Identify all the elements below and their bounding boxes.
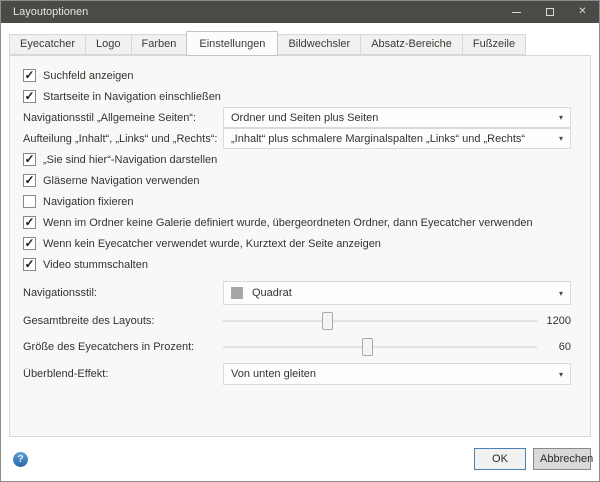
tab-eyecatcher[interactable]: Eyecatcher	[9, 34, 86, 55]
suchfeld-anzeigen-checkbox[interactable]: ✓	[23, 69, 36, 82]
layoutoptionen-dialog: Layoutoptionen ✕ Eyecatcher Logo Farben …	[0, 0, 600, 482]
checkmark-icon: ✓	[24, 216, 34, 228]
field-label: Größe des Eyecatchers in Prozent:	[23, 341, 223, 353]
chevron-down-icon: ▾	[559, 113, 563, 122]
checkbox-label: Suchfeld anzeigen	[43, 70, 134, 82]
sie-sind-hier-checkbox[interactable]: ✓	[23, 153, 36, 166]
checkbox-label: „Sie sind hier“-Navigation darstellen	[43, 154, 217, 166]
slider-value: 1200	[543, 315, 571, 327]
ok-button[interactable]: OK	[474, 448, 526, 470]
window-title: Layoutoptionen	[1, 6, 88, 18]
chevron-down-icon: ▾	[559, 134, 563, 143]
glaeserne-navigation-checkbox[interactable]: ✓	[23, 174, 36, 187]
tab-einstellungen[interactable]: Einstellungen	[186, 31, 278, 56]
keine-galerie-eyecatcher-checkbox[interactable]: ✓	[23, 216, 36, 229]
field-label: Navigationsstil:	[23, 287, 223, 299]
slider-track[interactable]	[223, 320, 537, 322]
help-icon[interactable]: ?	[13, 452, 28, 467]
checkbox-row-video-stummschalten: ✓ Video stummschalten	[23, 254, 571, 275]
eyecatcher-groesse-slider[interactable]	[223, 337, 537, 357]
cancel-button[interactable]: Abbrechen	[533, 448, 591, 470]
dropdown-row-navigationsstil-seiten: Navigationsstil „Allgemeine Seiten“: Ord…	[23, 107, 571, 128]
checkbox-row-startseite: ✓ Startseite in Navigation einschließen	[23, 86, 571, 107]
checkbox-label: Wenn im Ordner keine Galerie definiert w…	[43, 217, 533, 229]
select-value: Quadrat	[252, 287, 553, 299]
checkbox-label: Wenn kein Eyecatcher verwendet wurde, Ku…	[43, 238, 381, 250]
field-label: Aufteilung „Inhalt“, „Links“ und „Rechts…	[23, 133, 223, 145]
tab-absatz-bereiche[interactable]: Absatz-Bereiche	[360, 34, 463, 55]
aufteilung-select[interactable]: „Inhalt“ plus schmalere Marginalspalten …	[223, 128, 571, 149]
chevron-down-icon: ▾	[559, 370, 563, 379]
field-label: Überblend-Effekt:	[23, 368, 223, 380]
quadrat-swatch-icon	[231, 287, 243, 299]
checkbox-label: Gläserne Navigation verwenden	[43, 175, 200, 187]
tab-logo[interactable]: Logo	[85, 34, 131, 55]
close-icon: ✕	[578, 7, 586, 17]
dropdown-row-ueberblend-effekt: Überblend-Effekt: Von unten gleiten ▾	[23, 363, 571, 385]
field-label: Gesamtbreite des Layouts:	[23, 315, 223, 327]
maximize-icon	[546, 8, 554, 16]
checkmark-icon: ✓	[24, 90, 34, 102]
chevron-down-icon: ▾	[559, 289, 563, 298]
checkbox-row-keine-galerie: ✓ Wenn im Ordner keine Galerie definiert…	[23, 212, 571, 233]
kurztext-anzeigen-checkbox[interactable]: ✓	[23, 237, 36, 250]
checkbox-row-suchfeld: ✓ Suchfeld anzeigen	[23, 65, 571, 86]
checkbox-label: Video stummschalten	[43, 259, 148, 271]
gesamtbreite-slider[interactable]	[223, 311, 537, 331]
checkmark-icon: ✓	[24, 237, 34, 249]
titlebar: Layoutoptionen ✕	[1, 1, 599, 23]
select-value: „Inhalt“ plus schmalere Marginalspalten …	[231, 133, 553, 145]
maximize-button[interactable]	[533, 1, 566, 23]
checkbox-label: Startseite in Navigation einschließen	[43, 91, 221, 103]
dropdown-row-navigationsstil: Navigationsstil: Quadrat ▾	[23, 281, 571, 305]
checkmark-icon: ✓	[24, 153, 34, 165]
checkbox-row-sie-sind-hier: ✓ „Sie sind hier“-Navigation darstellen	[23, 149, 571, 170]
window-controls: ✕	[500, 1, 599, 23]
navigationsstil-select[interactable]: Quadrat ▾	[223, 281, 571, 305]
select-value: Ordner und Seiten plus Seiten	[231, 112, 553, 124]
navigationsstil-allgemeine-seiten-select[interactable]: Ordner und Seiten plus Seiten ▾	[223, 107, 571, 128]
ueberblend-effekt-select[interactable]: Von unten gleiten ▾	[223, 363, 571, 385]
slider-row-eyecatcher-groesse: Größe des Eyecatchers in Prozent: 60	[23, 337, 571, 357]
checkmark-icon: ✓	[24, 174, 34, 186]
tab-fusszeile[interactable]: Fußzeile	[462, 34, 526, 55]
settings-tab-panel: ✓ Suchfeld anzeigen ✓ Startseite in Navi…	[9, 55, 591, 437]
slider-row-gesamtbreite: Gesamtbreite des Layouts: 1200	[23, 311, 571, 331]
slider-thumb[interactable]	[322, 312, 333, 330]
checkbox-row-navigation-fixieren: ✓ Navigation fixieren	[23, 191, 571, 212]
slider-value: 60	[543, 341, 571, 353]
startseite-einschliessen-checkbox[interactable]: ✓	[23, 90, 36, 103]
dialog-footer: ? OK Abbrechen	[1, 437, 599, 481]
slider-thumb[interactable]	[362, 338, 373, 356]
checkbox-label: Navigation fixieren	[43, 196, 134, 208]
checkbox-row-kurztext: ✓ Wenn kein Eyecatcher verwendet wurde, …	[23, 233, 571, 254]
minimize-button[interactable]	[500, 1, 533, 23]
minimize-icon	[512, 12, 521, 13]
tab-bildwechsler[interactable]: Bildwechsler	[277, 34, 361, 55]
video-stummschalten-checkbox[interactable]: ✓	[23, 258, 36, 271]
dropdown-row-aufteilung: Aufteilung „Inhalt“, „Links“ und „Rechts…	[23, 128, 571, 149]
close-button[interactable]: ✕	[566, 1, 599, 23]
navigation-fixieren-checkbox[interactable]: ✓	[23, 195, 36, 208]
field-label: Navigationsstil „Allgemeine Seiten“:	[23, 112, 223, 124]
checkbox-row-glaeserne-navigation: ✓ Gläserne Navigation verwenden	[23, 170, 571, 191]
select-value: Von unten gleiten	[231, 368, 553, 380]
slider-track[interactable]	[223, 346, 537, 348]
tab-farben[interactable]: Farben	[131, 34, 188, 55]
checkmark-icon: ✓	[24, 69, 34, 81]
tab-strip: Eyecatcher Logo Farben Einstellungen Bil…	[1, 23, 599, 55]
checkmark-icon: ✓	[24, 258, 34, 270]
